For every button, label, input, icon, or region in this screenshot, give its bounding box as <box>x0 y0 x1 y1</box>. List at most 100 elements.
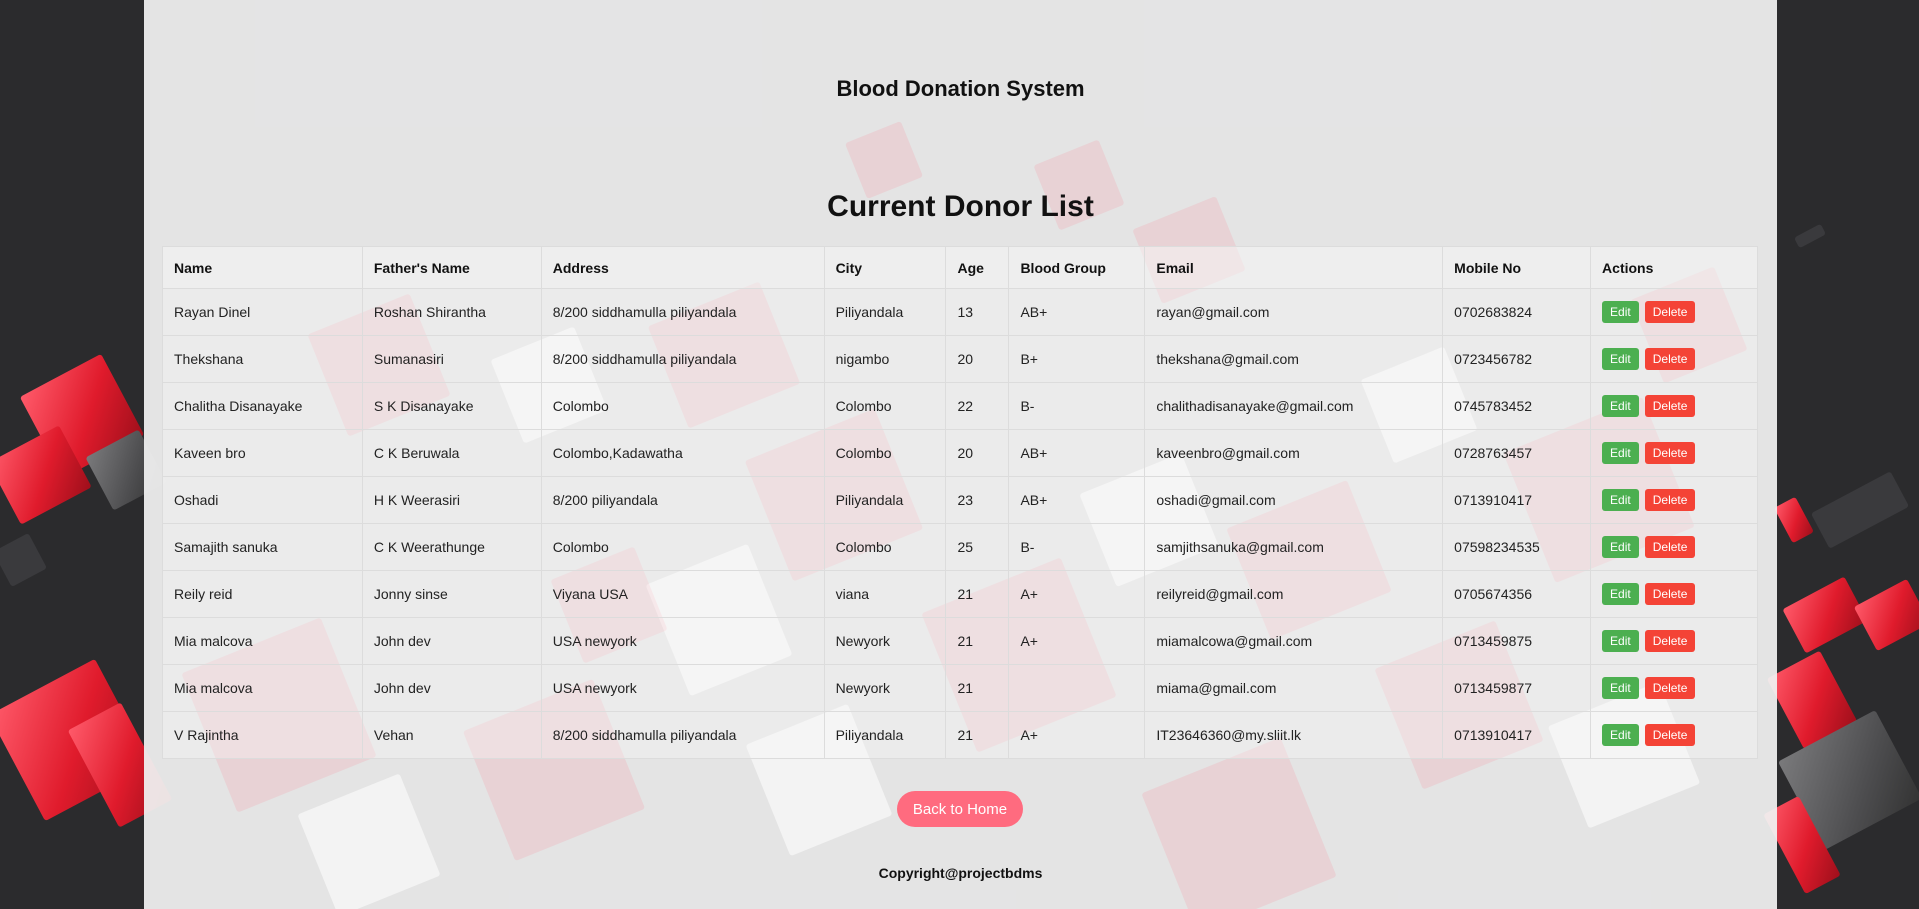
cell-email: miama@gmail.com <box>1144 664 1444 712</box>
table-row: Chalitha Disanayake S K Disanayake Colombo… <box>162 382 1758 430</box>
cell-actions: Edit Delete <box>1590 288 1758 336</box>
cell-address: USA newyork <box>540 617 825 665</box>
cell-age: 20 <box>945 429 1010 477</box>
cell-mobile: 0713910417 <box>1442 476 1592 524</box>
cell-actions: Edit Delete <box>1590 711 1758 759</box>
edit-button[interactable]: Edit <box>1602 724 1639 746</box>
cell-name: Rayan Dinel <box>162 288 363 336</box>
cell-name: Mia malcova <box>162 617 363 665</box>
edit-button[interactable]: Edit <box>1602 630 1639 652</box>
cell-email: chalithadisanayake@gmail.com <box>1144 382 1444 430</box>
edit-button[interactable]: Edit <box>1602 442 1639 464</box>
cell-actions: Edit Delete <box>1590 664 1758 712</box>
cell-mobile: 0713459875 <box>1442 617 1592 665</box>
edit-button[interactable]: Edit <box>1602 489 1639 511</box>
cell-fathers-name: H K Weerasiri <box>361 476 542 524</box>
delete-button[interactable]: Delete <box>1644 301 1696 323</box>
cell-name: Chalitha Disanayake <box>162 382 363 430</box>
cell-name: Reily reid <box>162 570 363 618</box>
cell-email: IT23646360@my.sliit.lk <box>1144 711 1444 759</box>
delete-button[interactable]: Delete <box>1644 489 1696 511</box>
cell-address: USA newyork <box>540 664 825 712</box>
cell-mobile: 0745783452 <box>1442 382 1592 430</box>
edit-button[interactable]: Edit <box>1602 583 1639 605</box>
edit-button[interactable]: Edit <box>1602 301 1639 323</box>
cell-city: Piliyandala <box>823 288 947 336</box>
column-header-actions: Actions <box>1590 246 1758 289</box>
cell-fathers-name: S K Disanayake <box>361 382 542 430</box>
cell-age: 20 <box>945 335 1010 383</box>
cell-email: miamalcowa@gmail.com <box>1144 617 1444 665</box>
cell-age: 23 <box>945 476 1010 524</box>
cell-city: viana <box>823 570 947 618</box>
cell-name: Samajith sanuka <box>162 523 363 571</box>
edit-button[interactable]: Edit <box>1602 677 1639 699</box>
cell-city: Colombo <box>823 382 947 430</box>
cell-fathers-name: C K Beruwala <box>361 429 542 477</box>
donor-table-container: Name Father's Name Address City Age Blood Gro… <box>162 246 1758 759</box>
cell-actions: Edit Delete <box>1590 523 1758 571</box>
table-row: Mia malcova John dev USA newyork Newyork 21 m… <box>162 664 1758 712</box>
cell-city: Colombo <box>823 523 947 571</box>
table-row: Reily reid Jonny sinse Viyana USA viana 21 A+… <box>162 570 1758 618</box>
cell-fathers-name: Vehan <box>361 711 542 759</box>
delete-button[interactable]: Delete <box>1644 536 1696 558</box>
edit-button[interactable]: Edit <box>1602 348 1639 370</box>
cell-actions: Edit Delete <box>1590 570 1758 618</box>
cell-city: Colombo <box>823 429 947 477</box>
delete-button[interactable]: Delete <box>1644 395 1696 417</box>
cell-blood-group: A+ <box>1008 617 1146 665</box>
column-header-name: Name <box>162 246 363 289</box>
cell-age: 22 <box>945 382 1010 430</box>
delete-button[interactable]: Delete <box>1644 442 1696 464</box>
cell-mobile: 0713459877 <box>1442 664 1592 712</box>
cell-city: Newyork <box>823 617 947 665</box>
cell-address: Colombo <box>540 382 825 430</box>
cell-age: 21 <box>945 711 1010 759</box>
delete-button[interactable]: Delete <box>1644 583 1696 605</box>
column-header-fathers-name: Father's Name <box>361 246 542 289</box>
cell-age: 21 <box>945 617 1010 665</box>
cell-name: Kaveen bro <box>162 429 363 477</box>
delete-button[interactable]: Delete <box>1644 348 1696 370</box>
table-row: Oshadi H K Weerasiri 8/200 piliyandala Pili… <box>162 476 1758 524</box>
cell-name: Mia malcova <box>162 664 363 712</box>
cell-city: Piliyandala <box>823 711 947 759</box>
delete-button[interactable]: Delete <box>1644 630 1696 652</box>
cell-blood-group: A+ <box>1008 711 1146 759</box>
cell-blood-group: B+ <box>1008 335 1146 383</box>
table-row: Thekshana Sumanasiri 8/200 siddhamulla pil… <box>162 335 1758 383</box>
back-to-home-button[interactable]: Back to Home <box>897 791 1023 827</box>
column-header-blood-group: Blood Group <box>1008 246 1146 289</box>
donor-table: Name Father's Name Address City Age Blood Gro… <box>162 246 1758 759</box>
cell-mobile: 07598234535 <box>1442 523 1592 571</box>
cell-email: kaveenbro@gmail.com <box>1144 429 1444 477</box>
column-header-city: City <box>823 246 947 289</box>
cell-blood-group: A+ <box>1008 570 1146 618</box>
cell-actions: Edit Delete <box>1590 617 1758 665</box>
delete-button[interactable]: Delete <box>1644 677 1696 699</box>
cell-address: Viyana USA <box>540 570 825 618</box>
edit-button[interactable]: Edit <box>1602 395 1639 417</box>
cell-fathers-name: Jonny sinse <box>361 570 542 618</box>
cell-email: oshadi@gmail.com <box>1144 476 1444 524</box>
cell-email: thekshana@gmail.com <box>1144 335 1444 383</box>
cell-mobile: 0702683824 <box>1442 288 1592 336</box>
delete-button[interactable]: Delete <box>1644 724 1696 746</box>
cell-email: samjithsanuka@gmail.com <box>1144 523 1444 571</box>
cell-actions: Edit Delete <box>1590 429 1758 477</box>
cell-fathers-name: John dev <box>361 664 542 712</box>
cell-age: 21 <box>945 664 1010 712</box>
cell-city: Newyork <box>823 664 947 712</box>
cell-mobile: 0705674356 <box>1442 570 1592 618</box>
cell-age: 25 <box>945 523 1010 571</box>
table-row: Samajith sanuka C K Weerathunge Colombo Col… <box>162 523 1758 571</box>
cell-blood-group: AB+ <box>1008 288 1146 336</box>
page-title: Current Donor List <box>827 190 1094 223</box>
cell-city: nigambo <box>823 335 947 383</box>
cell-blood-group <box>1008 664 1146 712</box>
cell-name: V Rajintha <box>162 711 363 759</box>
table-row: Kaveen bro C K Beruwala Colombo,Kadawatha C… <box>162 429 1758 477</box>
edit-button[interactable]: Edit <box>1602 536 1639 558</box>
cell-city: Piliyandala <box>823 476 947 524</box>
